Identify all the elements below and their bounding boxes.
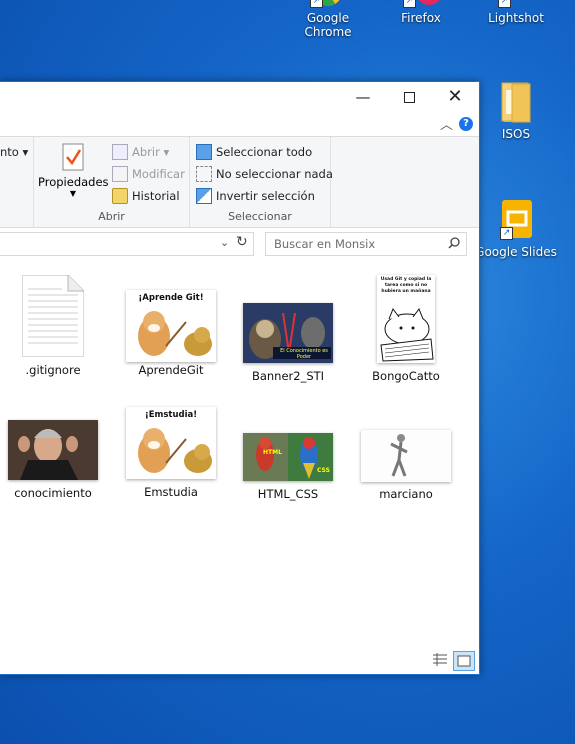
desktop-icon-chrome[interactable]: ↗ Google Chrome bbox=[283, 0, 373, 39]
minimize-button[interactable]: — bbox=[340, 82, 386, 112]
file-name: marciano bbox=[379, 487, 433, 501]
address-bar[interactable]: ⌄ ↻ bbox=[0, 232, 254, 256]
desktop-icon-label: Google Slides bbox=[475, 245, 557, 259]
file-item[interactable]: El Conocimiento es Poder Banner2_STI bbox=[238, 303, 338, 383]
close-button[interactable]: ✕ bbox=[432, 82, 478, 112]
shortcut-arrow-icon: ↗ bbox=[500, 227, 513, 240]
parrots-image-thumb: HTML CSS bbox=[243, 433, 333, 481]
desktop-icon-label: Firefox bbox=[401, 11, 441, 25]
file-list: .gitignore ¡Aprende Git! AprendeGit El C… bbox=[0, 262, 479, 650]
invert-selection-button[interactable]: Invertir selección bbox=[196, 186, 315, 206]
chevron-down-icon: ▼ bbox=[69, 189, 77, 198]
text-file-icon bbox=[22, 275, 84, 357]
file-name: conocimiento bbox=[14, 486, 92, 500]
file-name: .gitignore bbox=[25, 363, 81, 377]
search-input[interactable]: Buscar en Monsix bbox=[265, 232, 467, 256]
desktop-icon-google-slides[interactable]: ↗ Google Slides bbox=[471, 198, 561, 259]
ribbon-partial-button[interactable]: nto ▾ bbox=[0, 142, 28, 162]
title-bar[interactable]: — ✕ bbox=[0, 82, 479, 112]
ribbon-group-seleccionar: Seleccionar todo No seleccionar nada Inv… bbox=[190, 137, 333, 227]
edit-button[interactable]: Modificar bbox=[112, 164, 185, 184]
file-name: HTML_CSS bbox=[257, 487, 319, 501]
dancer-image-thumb bbox=[361, 430, 451, 482]
desktop-icon-label: ISOS bbox=[501, 127, 531, 141]
comic-image-thumb: Usad Git y copiad la tarea como si no hu… bbox=[377, 275, 435, 363]
group-label-abrir: Abrir bbox=[98, 210, 125, 223]
properties-label: Propiedades bbox=[38, 175, 109, 189]
parrots-caption-left: HTML bbox=[263, 449, 282, 456]
firefox-icon: ↗ bbox=[401, 0, 441, 8]
select-all-button[interactable]: Seleccionar todo bbox=[196, 142, 312, 162]
chrome-icon: ↗ bbox=[308, 0, 348, 8]
close-icon: ✕ bbox=[447, 86, 463, 107]
file-item[interactable]: HTML CSS HTML_CSS bbox=[238, 433, 338, 501]
parrots-caption-right: CSS bbox=[317, 467, 330, 474]
chevron-down-icon[interactable]: ⌄ bbox=[220, 236, 229, 249]
file-name: Emstudia bbox=[144, 485, 198, 499]
desktop-icon-lightshot[interactable]: ↗ Lightshot bbox=[471, 0, 561, 25]
file-explorer-window: — ✕ ︿ ? nto ▾ Propiedades ▼ Abrir ▾ Modi… bbox=[0, 81, 480, 675]
minimize-icon: — bbox=[355, 88, 371, 106]
shortcut-arrow-icon: ↗ bbox=[403, 0, 416, 8]
file-name: BongoCatto bbox=[372, 369, 440, 383]
file-name: Banner2_STI bbox=[251, 369, 325, 383]
desktop-icon-label: Google Chrome bbox=[304, 11, 352, 39]
history-button[interactable]: Historial bbox=[112, 186, 180, 206]
ribbon-tabs-row: ︿ ? bbox=[0, 112, 479, 136]
banner-image-thumb: El Conocimiento es Poder bbox=[243, 303, 333, 363]
meme-image-thumb: ¡Emstudia! bbox=[126, 407, 216, 479]
file-item[interactable]: ¡Aprende Git! AprendeGit bbox=[121, 290, 221, 377]
large-icons-view-icon[interactable] bbox=[453, 651, 475, 671]
google-slides-icon: ↗ bbox=[498, 198, 534, 242]
select-all-icon bbox=[196, 143, 212, 160]
group-label-seleccionar: Seleccionar bbox=[228, 210, 292, 223]
ribbon-group-abrir: Propiedades ▼ Abrir ▾ Modificar Historia… bbox=[34, 137, 190, 227]
maximize-icon bbox=[403, 92, 415, 103]
address-row: ⌄ ↻ Buscar en Monsix bbox=[0, 232, 479, 258]
help-icon[interactable]: ? bbox=[459, 117, 473, 131]
shortcut-arrow-icon: ↗ bbox=[498, 0, 511, 8]
file-item[interactable]: .gitignore bbox=[3, 275, 103, 377]
search-placeholder: Buscar en Monsix bbox=[274, 237, 376, 251]
select-none-button[interactable]: No seleccionar nada bbox=[196, 164, 333, 184]
file-item[interactable]: Usad Git y copiad la tarea como si no hu… bbox=[356, 275, 456, 383]
file-item[interactable]: marciano bbox=[356, 430, 456, 501]
invert-selection-icon bbox=[196, 187, 212, 204]
desktop-icon-label: Lightshot bbox=[488, 11, 544, 25]
comic-caption: Usad Git y copiad la tarea como si no hu… bbox=[380, 277, 432, 294]
banner-caption: El Conocimiento es Poder bbox=[280, 348, 328, 360]
folder-icon bbox=[498, 80, 534, 124]
lightshot-icon: ↗ bbox=[496, 0, 536, 8]
select-none-icon bbox=[196, 165, 212, 182]
edit-icon bbox=[112, 165, 128, 182]
open-button[interactable]: Abrir ▾ bbox=[112, 142, 169, 162]
history-icon bbox=[112, 187, 128, 204]
desktop-icon-isos[interactable]: ISOS bbox=[471, 80, 561, 141]
details-view-icon[interactable] bbox=[431, 652, 449, 668]
refresh-icon[interactable]: ↻ bbox=[236, 234, 248, 250]
shortcut-arrow-icon: ↗ bbox=[310, 0, 323, 8]
properties-button[interactable]: Propiedades ▼ bbox=[38, 143, 109, 198]
desktop-icon-firefox[interactable]: ↗ Firefox bbox=[376, 0, 466, 25]
file-item[interactable]: ¡Emstudia! Emstudia bbox=[121, 407, 221, 499]
open-icon bbox=[112, 143, 128, 160]
collapse-ribbon-icon[interactable]: ︿ bbox=[440, 114, 453, 133]
status-bar bbox=[0, 650, 479, 674]
maximize-button[interactable] bbox=[386, 82, 432, 112]
ribbon-group-partial: nto ▾ bbox=[0, 137, 34, 227]
photo-image-thumb bbox=[8, 420, 98, 480]
ribbon: nto ▾ Propiedades ▼ Abrir ▾ Modificar Hi… bbox=[0, 136, 479, 228]
meme-image-thumb: ¡Aprende Git! bbox=[126, 290, 216, 362]
file-item[interactable]: conocimiento bbox=[3, 420, 103, 500]
file-name: AprendeGit bbox=[138, 363, 204, 377]
search-icon bbox=[448, 233, 460, 262]
properties-icon bbox=[62, 143, 84, 171]
